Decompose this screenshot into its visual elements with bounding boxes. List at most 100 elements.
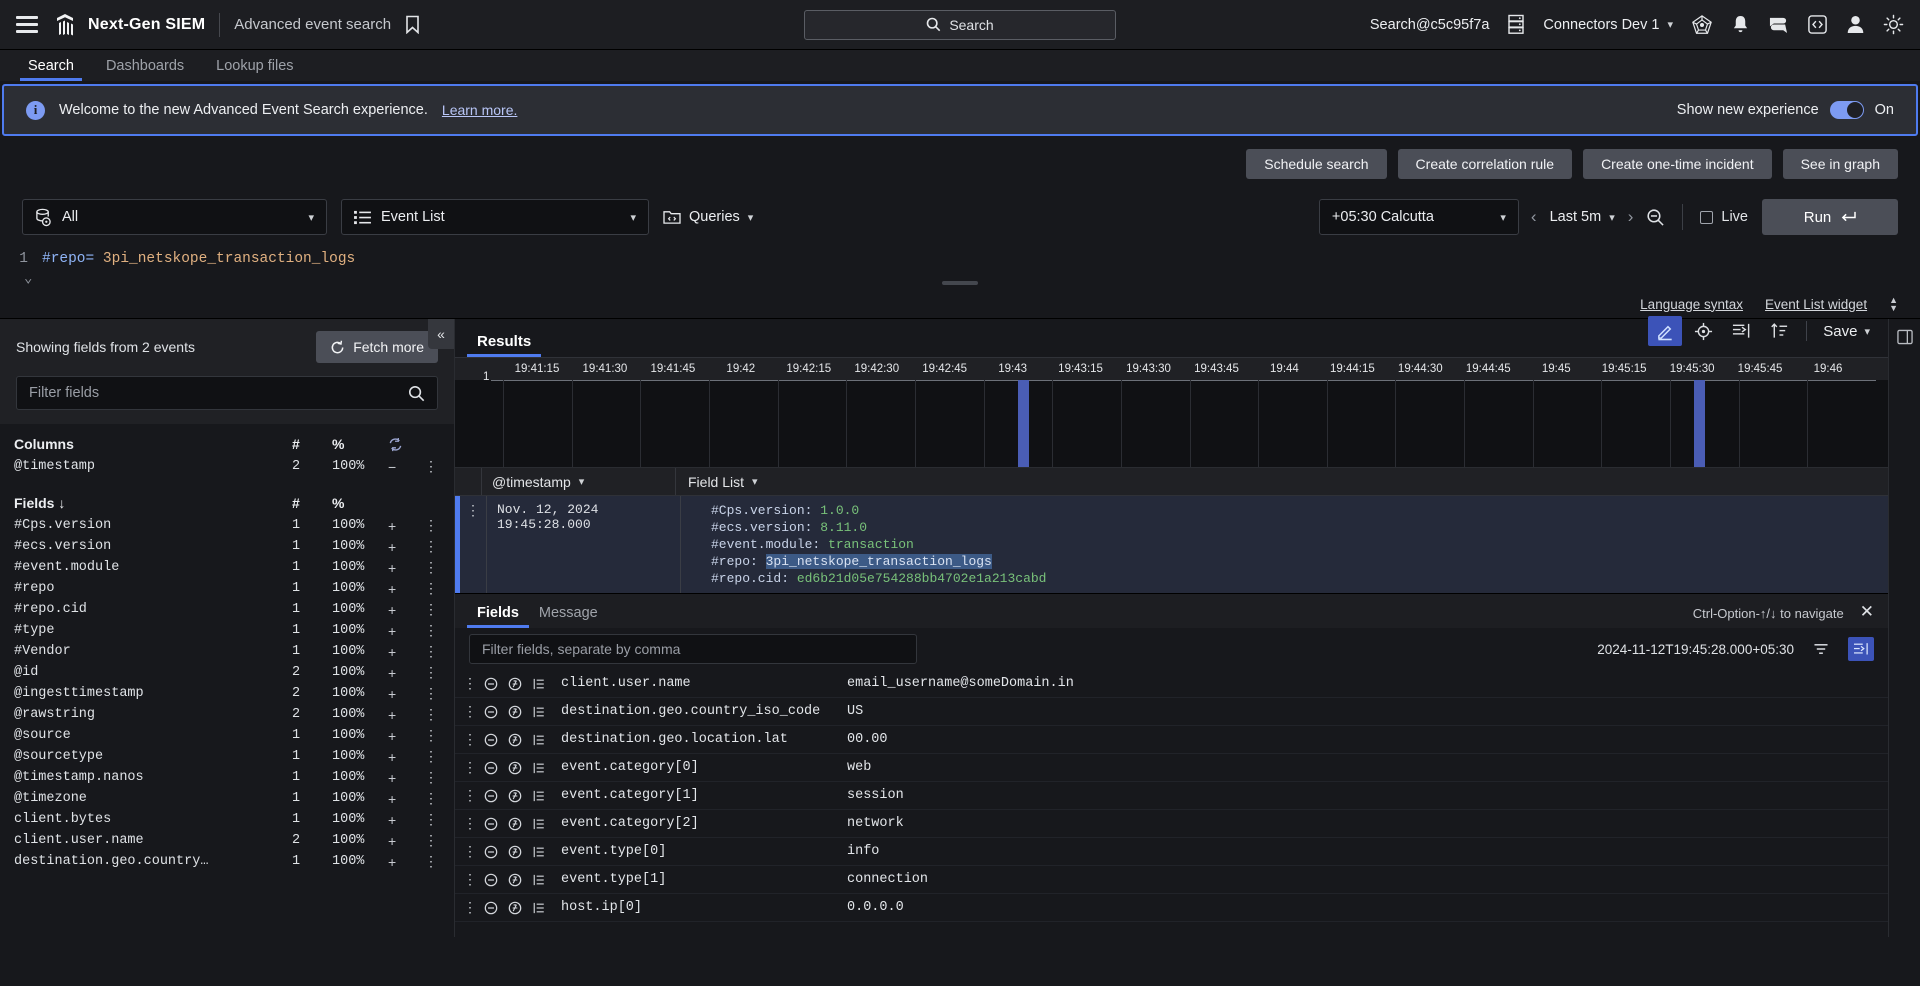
kebab-menu-icon[interactable]: ⋮ (424, 685, 438, 702)
field-row[interactable]: @ingesttimestamp2100%+⋮ (0, 683, 454, 704)
indent-right-icon[interactable] (1724, 316, 1758, 346)
kebab-menu-icon[interactable]: ⋮ (424, 664, 438, 681)
exclude-icon[interactable] (479, 789, 503, 803)
field-row[interactable]: @timezone1100%+⋮ (0, 788, 454, 809)
kebab-menu-icon[interactable]: ⋮ (424, 727, 438, 744)
create-one-time-incident-button[interactable]: Create one-time incident (1583, 149, 1772, 179)
exclude-icon[interactable] (479, 845, 503, 859)
kebab-menu-icon[interactable]: ⋮ (461, 787, 479, 804)
indent-right-icon[interactable] (1848, 637, 1874, 661)
add-field-icon[interactable]: + (388, 854, 396, 870)
filter-for-icon[interactable] (503, 789, 527, 803)
add-field-icon[interactable]: + (388, 623, 396, 639)
server-stack-icon[interactable] (1507, 14, 1525, 35)
kebab-menu-icon[interactable]: ⋮ (424, 706, 438, 723)
kebab-menu-icon[interactable]: ⋮ (461, 815, 479, 832)
exclude-icon[interactable] (479, 817, 503, 831)
kebab-menu-icon[interactable]: ⋮ (424, 601, 438, 618)
kebab-menu-icon[interactable]: ⋮ (424, 517, 438, 534)
exclude-icon[interactable] (479, 733, 503, 747)
close-icon[interactable]: ✕ (1844, 602, 1888, 628)
chevron-right-icon[interactable]: › (1628, 207, 1634, 227)
bell-icon[interactable] (1731, 14, 1750, 35)
chart-bar[interactable] (1018, 380, 1029, 467)
field-row[interactable]: #Vendor1100%+⋮ (0, 641, 454, 662)
field-row[interactable]: #type1100%+⋮ (0, 620, 454, 641)
fetch-more-button[interactable]: Fetch more (316, 331, 438, 363)
kebab-menu-icon[interactable]: ⋮ (424, 622, 438, 639)
chart-bar[interactable] (1694, 380, 1705, 467)
detail-tab-message[interactable]: Message (529, 605, 608, 628)
exclude-icon[interactable] (479, 873, 503, 887)
add-field-icon[interactable]: + (388, 560, 396, 576)
detail-row[interactable]: ⋮destination.geo.location.lat00.00 (455, 726, 1888, 754)
filter-for-icon[interactable] (503, 901, 527, 915)
code-brackets-icon[interactable] (1807, 14, 1828, 35)
show-values-icon[interactable] (527, 901, 551, 915)
add-field-icon[interactable]: + (388, 665, 396, 681)
kebab-menu-icon[interactable]: ⋮ (424, 748, 438, 765)
field-row[interactable]: client.bytes1100%+⋮ (0, 809, 454, 830)
filter-fields-text[interactable] (29, 385, 408, 401)
chevron-left-icon[interactable]: ‹ (1531, 207, 1537, 227)
add-field-icon[interactable]: + (388, 686, 396, 702)
field-row[interactable]: client.user.name2100%+⋮ (0, 830, 454, 851)
banner-learn-more-link[interactable]: Learn more. (442, 102, 517, 118)
exclude-icon[interactable] (479, 901, 503, 915)
expand-collapse-editor-icon[interactable]: ▲▼ (1889, 296, 1898, 312)
field-row[interactable]: #event.module1100%+⋮ (0, 557, 454, 578)
add-field-icon[interactable]: + (388, 770, 396, 786)
chat-bubbles-icon[interactable] (1768, 15, 1789, 34)
queries-menu[interactable]: Queries ▾ (663, 209, 753, 225)
field-row[interactable]: #repo.cid1100%+⋮ (0, 599, 454, 620)
kebab-menu-icon[interactable]: ⋮ (424, 853, 438, 870)
annotate-pencil-icon[interactable] (1648, 316, 1682, 346)
global-search-input[interactable]: Search (804, 10, 1116, 40)
event-field-value[interactable]: 8.11.0 (820, 520, 867, 535)
save-button[interactable]: Save ▾ (1817, 323, 1876, 340)
see-in-graph-button[interactable]: See in graph (1783, 149, 1898, 179)
event-list-widget-link[interactable]: Event List widget (1765, 297, 1867, 312)
target-crosshair-icon[interactable] (1686, 316, 1720, 346)
show-values-icon[interactable] (527, 677, 551, 691)
show-values-icon[interactable] (527, 705, 551, 719)
add-field-icon[interactable]: + (388, 518, 396, 534)
exclude-icon[interactable] (479, 761, 503, 775)
zoom-out-icon[interactable] (1646, 208, 1665, 227)
kebab-menu-icon[interactable]: ⋮ (461, 871, 479, 888)
kebab-menu-icon[interactable]: ⋮ (461, 675, 479, 692)
schedule-search-button[interactable]: Schedule search (1246, 149, 1386, 179)
bookmark-icon[interactable] (405, 15, 420, 34)
kebab-menu-icon[interactable]: ⋮ (461, 899, 479, 916)
field-row[interactable]: @source1100%+⋮ (0, 725, 454, 746)
run-button[interactable]: Run (1762, 199, 1898, 235)
exclude-icon[interactable] (479, 677, 503, 691)
detail-row[interactable]: ⋮event.category[0]web (455, 754, 1888, 782)
event-col-field-list[interactable]: Field List▾ (675, 468, 1888, 495)
event-field-value[interactable]: transaction (828, 537, 914, 552)
user-avatar-icon[interactable] (1846, 14, 1865, 35)
kebab-menu-icon[interactable]: ⋮ (461, 731, 479, 748)
sync-icon[interactable] (388, 437, 438, 452)
kebab-menu-icon[interactable]: ⋮ (461, 843, 479, 860)
results-tab[interactable]: Results (467, 333, 541, 357)
kebab-menu-icon[interactable]: ⋮ (424, 538, 438, 555)
show-values-icon[interactable] (527, 733, 551, 747)
tenant-selector[interactable]: Connectors Dev 1 ▾ (1543, 17, 1673, 33)
add-field-icon[interactable]: + (388, 833, 396, 849)
editor-resize-handle[interactable] (942, 281, 978, 285)
spider-web-icon[interactable] (1691, 14, 1713, 36)
detail-row[interactable]: ⋮host.ip[0]0.0.0.0 (455, 894, 1888, 922)
kebab-menu-icon[interactable]: ⋮ (424, 559, 438, 576)
kebab-menu-icon[interactable]: ⋮ (424, 832, 438, 849)
add-field-icon[interactable]: + (388, 728, 396, 744)
language-syntax-link[interactable]: Language syntax (1640, 297, 1743, 312)
show-values-icon[interactable] (527, 789, 551, 803)
exclude-icon[interactable] (479, 705, 503, 719)
remove-column-icon[interactable]: − (388, 459, 396, 475)
live-checkbox[interactable]: Live (1700, 209, 1748, 225)
kebab-menu-icon[interactable]: ⋮ (461, 759, 479, 776)
kebab-menu-icon[interactable]: ⋮ (424, 790, 438, 807)
field-row[interactable]: destination.geo.country…1100%+⋮ (0, 851, 454, 872)
add-field-icon[interactable]: + (388, 644, 396, 660)
